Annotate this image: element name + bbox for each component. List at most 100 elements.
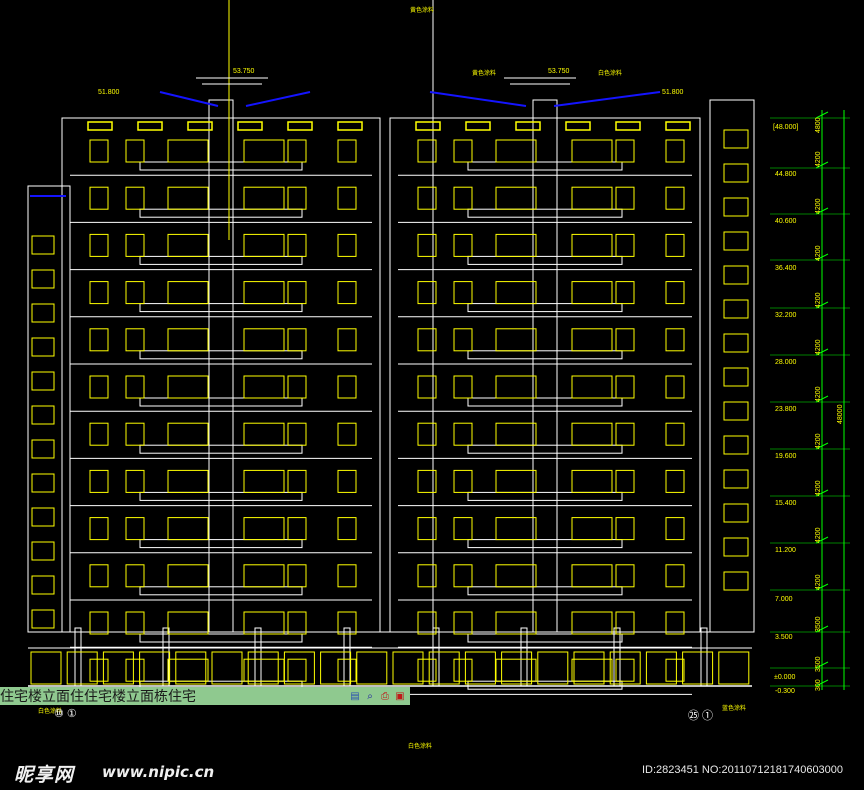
window [495, 328, 537, 352]
elevation-label: 11.200 [775, 547, 796, 554]
balcony [467, 491, 623, 501]
elevation-label: 40.600 [775, 218, 797, 225]
balcony [139, 586, 303, 596]
roof-window [615, 121, 641, 131]
window [31, 235, 55, 255]
window [665, 233, 685, 257]
window [31, 473, 55, 493]
window [89, 233, 109, 257]
balcony [467, 208, 623, 218]
stair-core [532, 99, 558, 633]
window [615, 422, 635, 446]
shopfront-window [645, 651, 677, 685]
elevation-label: 3.500 [775, 634, 793, 641]
balcony [139, 161, 303, 171]
window [495, 186, 537, 210]
shopfront-window [464, 651, 496, 685]
window [723, 503, 749, 523]
roof-window [87, 121, 113, 131]
column [343, 627, 351, 687]
layer-title-bar[interactable]: 住宅楼立面住住宅楼立面栋住宅 ▤ ⌕ ⎙ ▣ [0, 687, 410, 705]
window [243, 375, 285, 399]
window [665, 564, 685, 588]
elevation-label: 7.000 [775, 596, 793, 603]
window [125, 517, 145, 541]
elevation-label: [48.000] [773, 124, 799, 131]
balcony [467, 397, 623, 407]
window [89, 375, 109, 399]
window [31, 541, 55, 561]
window [723, 129, 749, 149]
window [571, 233, 613, 257]
window [337, 186, 357, 210]
window [167, 564, 209, 588]
save-icon[interactable]: ▣ [394, 689, 406, 703]
window [337, 233, 357, 257]
window [723, 197, 749, 217]
zoom-icon[interactable]: ⌕ [364, 689, 376, 703]
balcony [139, 444, 303, 454]
balcony [467, 161, 623, 171]
image-id: ID:2823451 NO:20110712181740603000 [642, 764, 844, 776]
window [31, 609, 55, 629]
window [167, 469, 209, 493]
window [571, 611, 613, 635]
window [615, 517, 635, 541]
window [665, 375, 685, 399]
roof-window [665, 121, 691, 131]
column [254, 627, 262, 687]
window [243, 611, 285, 635]
window [89, 564, 109, 588]
window [337, 375, 357, 399]
title-text: 住宅楼立面住住宅楼立面栋住宅 [0, 689, 196, 705]
window [243, 564, 285, 588]
window [287, 469, 307, 493]
dimension-label: 4800 [815, 117, 822, 133]
balcony [467, 680, 623, 690]
window [31, 575, 55, 595]
column [613, 627, 621, 687]
window [125, 186, 145, 210]
window [495, 422, 537, 446]
balcony [467, 350, 623, 360]
dimension-label: 4200 [815, 574, 822, 590]
dimension-label: 4200 [815, 245, 822, 261]
window [125, 469, 145, 493]
window [571, 517, 613, 541]
balcony [139, 303, 303, 313]
window [571, 564, 613, 588]
shopfront-window [320, 651, 352, 685]
window [337, 611, 357, 635]
window [337, 281, 357, 305]
roof-line [245, 91, 311, 107]
layer-icon[interactable]: ▤ [349, 689, 361, 703]
column [700, 627, 708, 687]
material-note: 蓝色涂料 [722, 706, 747, 712]
shopfront-window [30, 651, 62, 685]
window [453, 281, 473, 305]
window [243, 469, 285, 493]
window [167, 517, 209, 541]
window [615, 658, 635, 682]
elevation-label: 32.200 [775, 312, 797, 319]
roof-window [465, 121, 491, 131]
window [615, 281, 635, 305]
building-outline [27, 0, 755, 695]
window [337, 139, 357, 163]
window [665, 422, 685, 446]
window [243, 281, 285, 305]
shopfront-window [66, 651, 98, 685]
window [615, 233, 635, 257]
window [287, 517, 307, 541]
print-icon[interactable]: ⎙ [379, 689, 391, 703]
balcony [139, 539, 303, 549]
window [89, 469, 109, 493]
wing-outline [709, 99, 755, 633]
window [453, 469, 473, 493]
window [723, 333, 749, 353]
window [495, 469, 537, 493]
window [287, 564, 307, 588]
roof-window [237, 121, 263, 131]
roof-elevation-label: 53.750 [548, 68, 570, 75]
dimension-label: 4200 [815, 339, 822, 355]
